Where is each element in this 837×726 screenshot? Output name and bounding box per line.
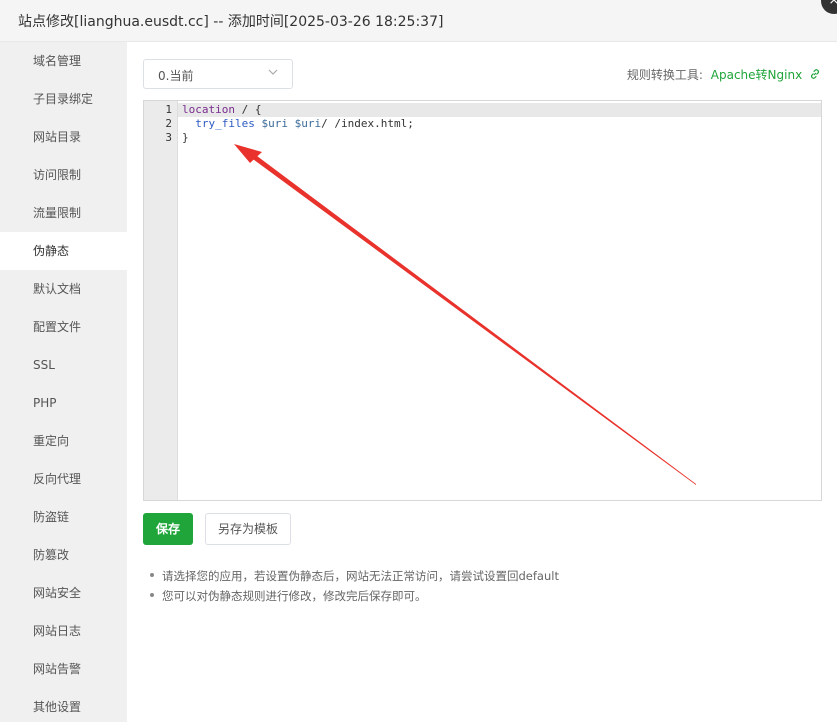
rule-convert-label: 规则转换工具: <box>626 68 703 82</box>
dialog-title: 站点修改[lianghua.eusdt.cc] -- 添加时间[2025-03-… <box>18 14 444 30</box>
sidebar-item[interactable]: 子目录绑定 <box>0 80 127 118</box>
sidebar-nav: 域名管理 子目录绑定 网站目录 访问限制 流量限制 伪静态 默认文档 配置文件 SSL PHP 重定… <box>0 42 127 722</box>
sidebar-item[interactable]: SSL <box>0 346 127 384</box>
sidebar-item[interactable]: PHP <box>0 384 127 422</box>
dialog-titlebar: 站点修改[lianghua.eusdt.cc] -- 添加时间[2025-03-… <box>0 0 837 42</box>
sidebar-item[interactable]: 配置文件 <box>0 308 127 346</box>
sidebar-item[interactable]: 默认文档 <box>0 270 127 308</box>
save-button[interactable]: 保存 <box>143 513 193 545</box>
help-tips: 请选择您的应用，若设置伪静态后，网站无法正常访问，请尝试设置回default 您… <box>150 566 559 606</box>
rewrite-template-value: 0.当前 <box>158 69 194 83</box>
rewrite-template-select[interactable]: 0.当前 <box>143 59 293 89</box>
sidebar-item[interactable]: 反向代理 <box>0 460 127 498</box>
sidebar-item[interactable]: 网站安全 <box>0 574 127 612</box>
save-as-template-button[interactable]: 另存为模板 <box>205 513 291 545</box>
sidebar-item[interactable]: 流量限制 <box>0 194 127 232</box>
code-line: location / { <box>182 103 262 116</box>
sidebar-item[interactable]: 访问限制 <box>0 156 127 194</box>
sidebar-item[interactable]: 伪静态 <box>0 232 127 270</box>
sidebar-item[interactable]: 重定向 <box>0 422 127 460</box>
sidebar-item[interactable]: 防盗链 <box>0 498 127 536</box>
tip-item: 您可以对伪静态规则进行修改，修改完后保存即可。 <box>150 586 559 606</box>
link-icon[interactable] <box>809 68 821 80</box>
line-number: 1 <box>165 103 172 116</box>
rule-convert-tool: 规则转换工具: Apache转Nginx <box>627 66 821 83</box>
sidebar-item[interactable]: 域名管理 <box>0 42 127 80</box>
code-line: } <box>182 131 189 144</box>
bullet-icon <box>150 573 154 577</box>
line-number: 2 <box>165 117 172 130</box>
rewrite-code-editor[interactable]: 1 2 3 location / { try_files $uri $uri/ … <box>143 100 822 501</box>
sidebar-item[interactable]: 网站日志 <box>0 612 127 650</box>
sidebar-item[interactable]: 防篡改 <box>0 536 127 574</box>
sidebar-item[interactable]: 网站告警 <box>0 650 127 688</box>
editor-active-line <box>178 103 821 117</box>
bullet-icon <box>150 593 154 597</box>
chevron-down-icon <box>268 69 278 75</box>
sidebar-item[interactable]: 其他设置 <box>0 688 127 726</box>
line-number: 3 <box>165 131 172 144</box>
tip-item: 请选择您的应用，若设置伪静态后，网站无法正常访问，请尝试设置回default <box>150 566 559 586</box>
code-line: try_files $uri $uri/ /index.html; <box>195 117 414 130</box>
editor-gutter: 1 2 3 <box>144 101 178 500</box>
apache-to-nginx-link[interactable]: Apache转Nginx <box>711 68 802 82</box>
sidebar-item[interactable]: 网站目录 <box>0 118 127 156</box>
